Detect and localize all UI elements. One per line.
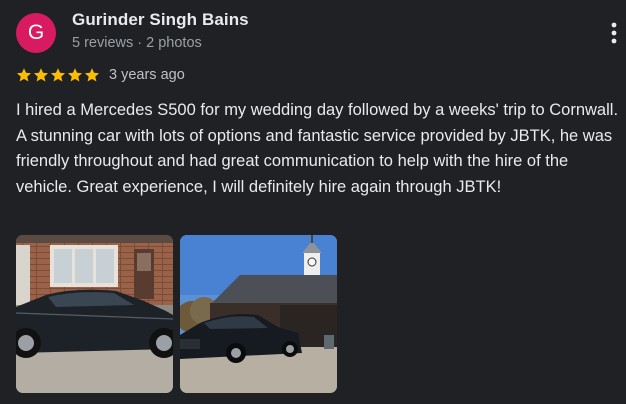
star-rating	[16, 67, 100, 83]
review-photo-2[interactable]	[180, 235, 337, 393]
star-icon	[67, 68, 83, 82]
more-vert-icon	[611, 22, 617, 44]
review-date: 3 years ago	[109, 67, 185, 83]
star-icon	[84, 68, 100, 82]
rating-row: 3 years ago	[16, 66, 185, 84]
star-icon	[16, 68, 32, 82]
review-text: I hired a Mercedes S500 for my wedding d…	[16, 101, 619, 196]
review-photos	[16, 235, 337, 393]
star-icon	[50, 68, 66, 82]
photo-car-driveway-house	[16, 235, 173, 393]
more-options-button[interactable]	[602, 20, 626, 46]
star-icon	[33, 68, 49, 82]
avatar[interactable]: G	[16, 13, 56, 53]
avatar-initial: G	[27, 21, 45, 44]
review-card: G Gurinder Singh Bains 5 reviews · 2 pho…	[0, 0, 626, 404]
photo-car-coach-house	[180, 235, 337, 393]
review-photo-1[interactable]	[16, 235, 173, 393]
author-meta: 5 reviews · 2 photos	[72, 35, 202, 51]
author-name[interactable]: Gurinder Singh Bains	[72, 10, 249, 30]
